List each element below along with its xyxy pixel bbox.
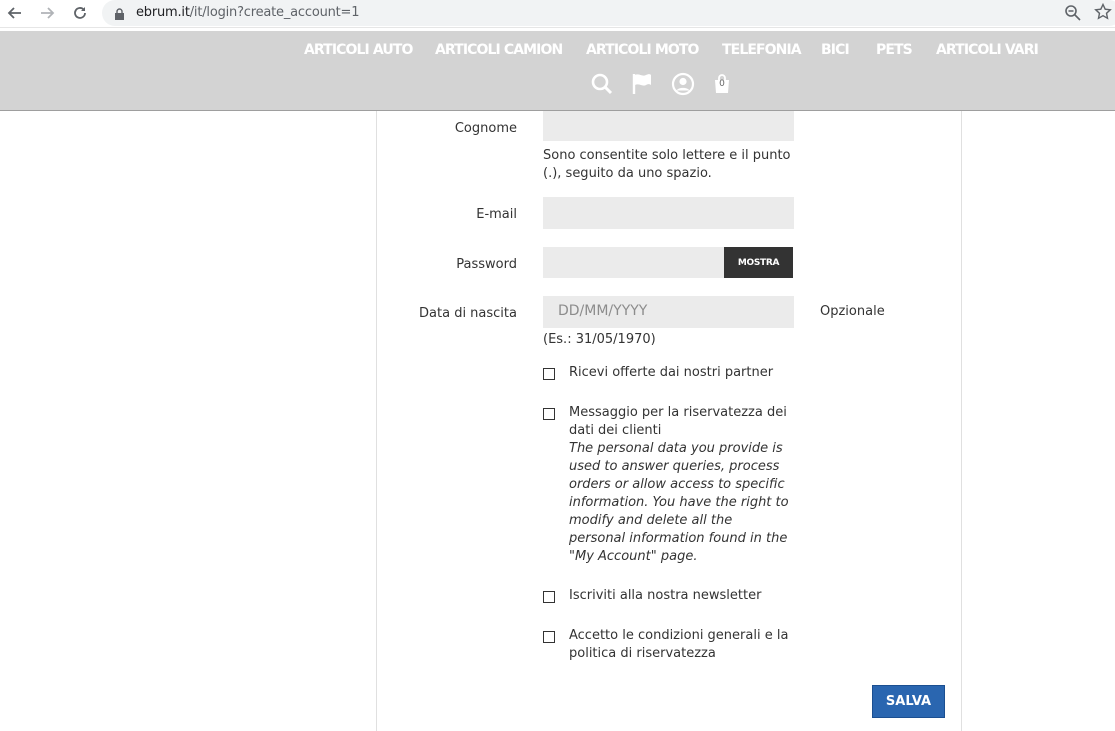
bookmark-star-icon[interactable]: [1094, 2, 1112, 25]
email-field[interactable]: [543, 197, 794, 229]
birthdate-example: (Es.: 31/05/1970): [543, 332, 656, 347]
partner-offers-label: Ricevi offerte dai nostri partner: [569, 365, 774, 380]
privacy-description: The personal data you provide is used to…: [569, 441, 789, 564]
zoom-icon[interactable]: [1064, 4, 1082, 26]
reload-icon[interactable]: [70, 3, 90, 23]
email-label: E-mail: [476, 207, 517, 222]
privacy-checkbox[interactable]: [543, 408, 555, 420]
privacy-label-block: Messaggio per la riservatezza dei dati d…: [569, 404, 791, 566]
main-menu: ARTICOLI AUTO ARTICOLI CAMION ARTICOLI M…: [0, 42, 1115, 62]
birthdate-label: Data di nascita: [419, 306, 517, 321]
flag-icon[interactable]: [631, 72, 655, 96]
save-button[interactable]: SALVA: [872, 685, 945, 718]
menu-item-articoli-moto[interactable]: ARTICOLI MOTO: [586, 42, 699, 58]
newsletter-checkbox[interactable]: [543, 591, 555, 603]
url-path: /it/login?create_account=1: [189, 5, 360, 20]
url-text: ebrum.it/it/login?create_account=1: [136, 5, 360, 20]
menu-item-articoli-camion[interactable]: ARTICOLI CAMION: [435, 42, 563, 58]
cognome-help-text: Sono consentite solo lettere e il punto …: [543, 148, 791, 181]
birthdate-placeholder: DD/MM/YYYY: [558, 303, 648, 319]
partner-offers-checkbox[interactable]: [543, 368, 555, 380]
menu-item-pets[interactable]: PETS: [876, 42, 913, 58]
search-icon[interactable]: [590, 72, 614, 96]
user-icon[interactable]: [671, 72, 695, 96]
cognome-label: Cognome: [454, 121, 517, 136]
cart-count: 0: [719, 79, 725, 89]
menu-item-telefonia[interactable]: TELEFONIA: [722, 42, 802, 58]
menu-item-bici[interactable]: BICI: [821, 42, 850, 58]
lock-icon: [114, 6, 125, 25]
menu-item-articoli-auto[interactable]: ARTICOLI AUTO: [304, 42, 413, 58]
url-domain: ebrum.it: [136, 5, 190, 20]
terms-checkbox[interactable]: [543, 631, 555, 643]
site-header: ARTICOLI AUTO ARTICOLI CAMION ARTICOLI M…: [0, 31, 1115, 111]
forward-arrow-icon[interactable]: [37, 3, 57, 23]
back-arrow-icon[interactable]: [5, 3, 25, 23]
terms-label: Accetto le condizioni generali e la poli…: [569, 628, 789, 661]
password-field[interactable]: [543, 247, 724, 278]
browser-toolbar: ebrum.it/it/login?create_account=1: [0, 0, 1115, 28]
newsletter-label: Iscriviti alla nostra newsletter: [569, 588, 762, 603]
privacy-label: Messaggio per la riservatezza dei dati d…: [569, 405, 787, 438]
cart-icon[interactable]: 0: [711, 72, 735, 96]
header-icons: 0: [0, 72, 1115, 96]
show-password-button[interactable]: MOSTRA: [724, 247, 793, 278]
password-label: Password: [456, 257, 517, 272]
cognome-field[interactable]: [543, 111, 794, 141]
birthdate-optional-note: Opzionale: [820, 304, 885, 319]
menu-item-articoli-vari[interactable]: ARTICOLI VARI: [936, 42, 1039, 58]
